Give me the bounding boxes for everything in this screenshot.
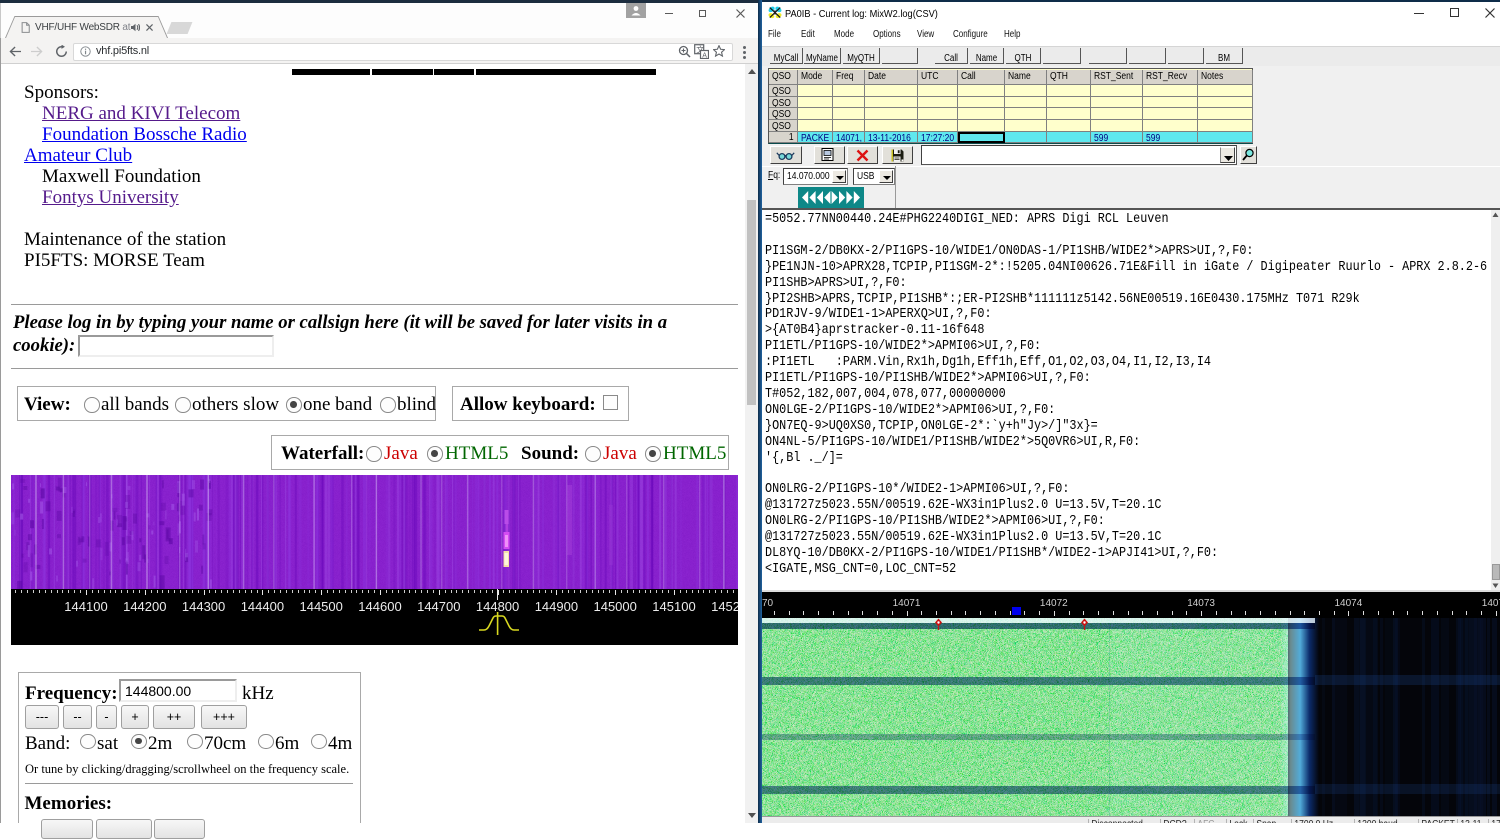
svg-text:A: A [702, 52, 707, 59]
